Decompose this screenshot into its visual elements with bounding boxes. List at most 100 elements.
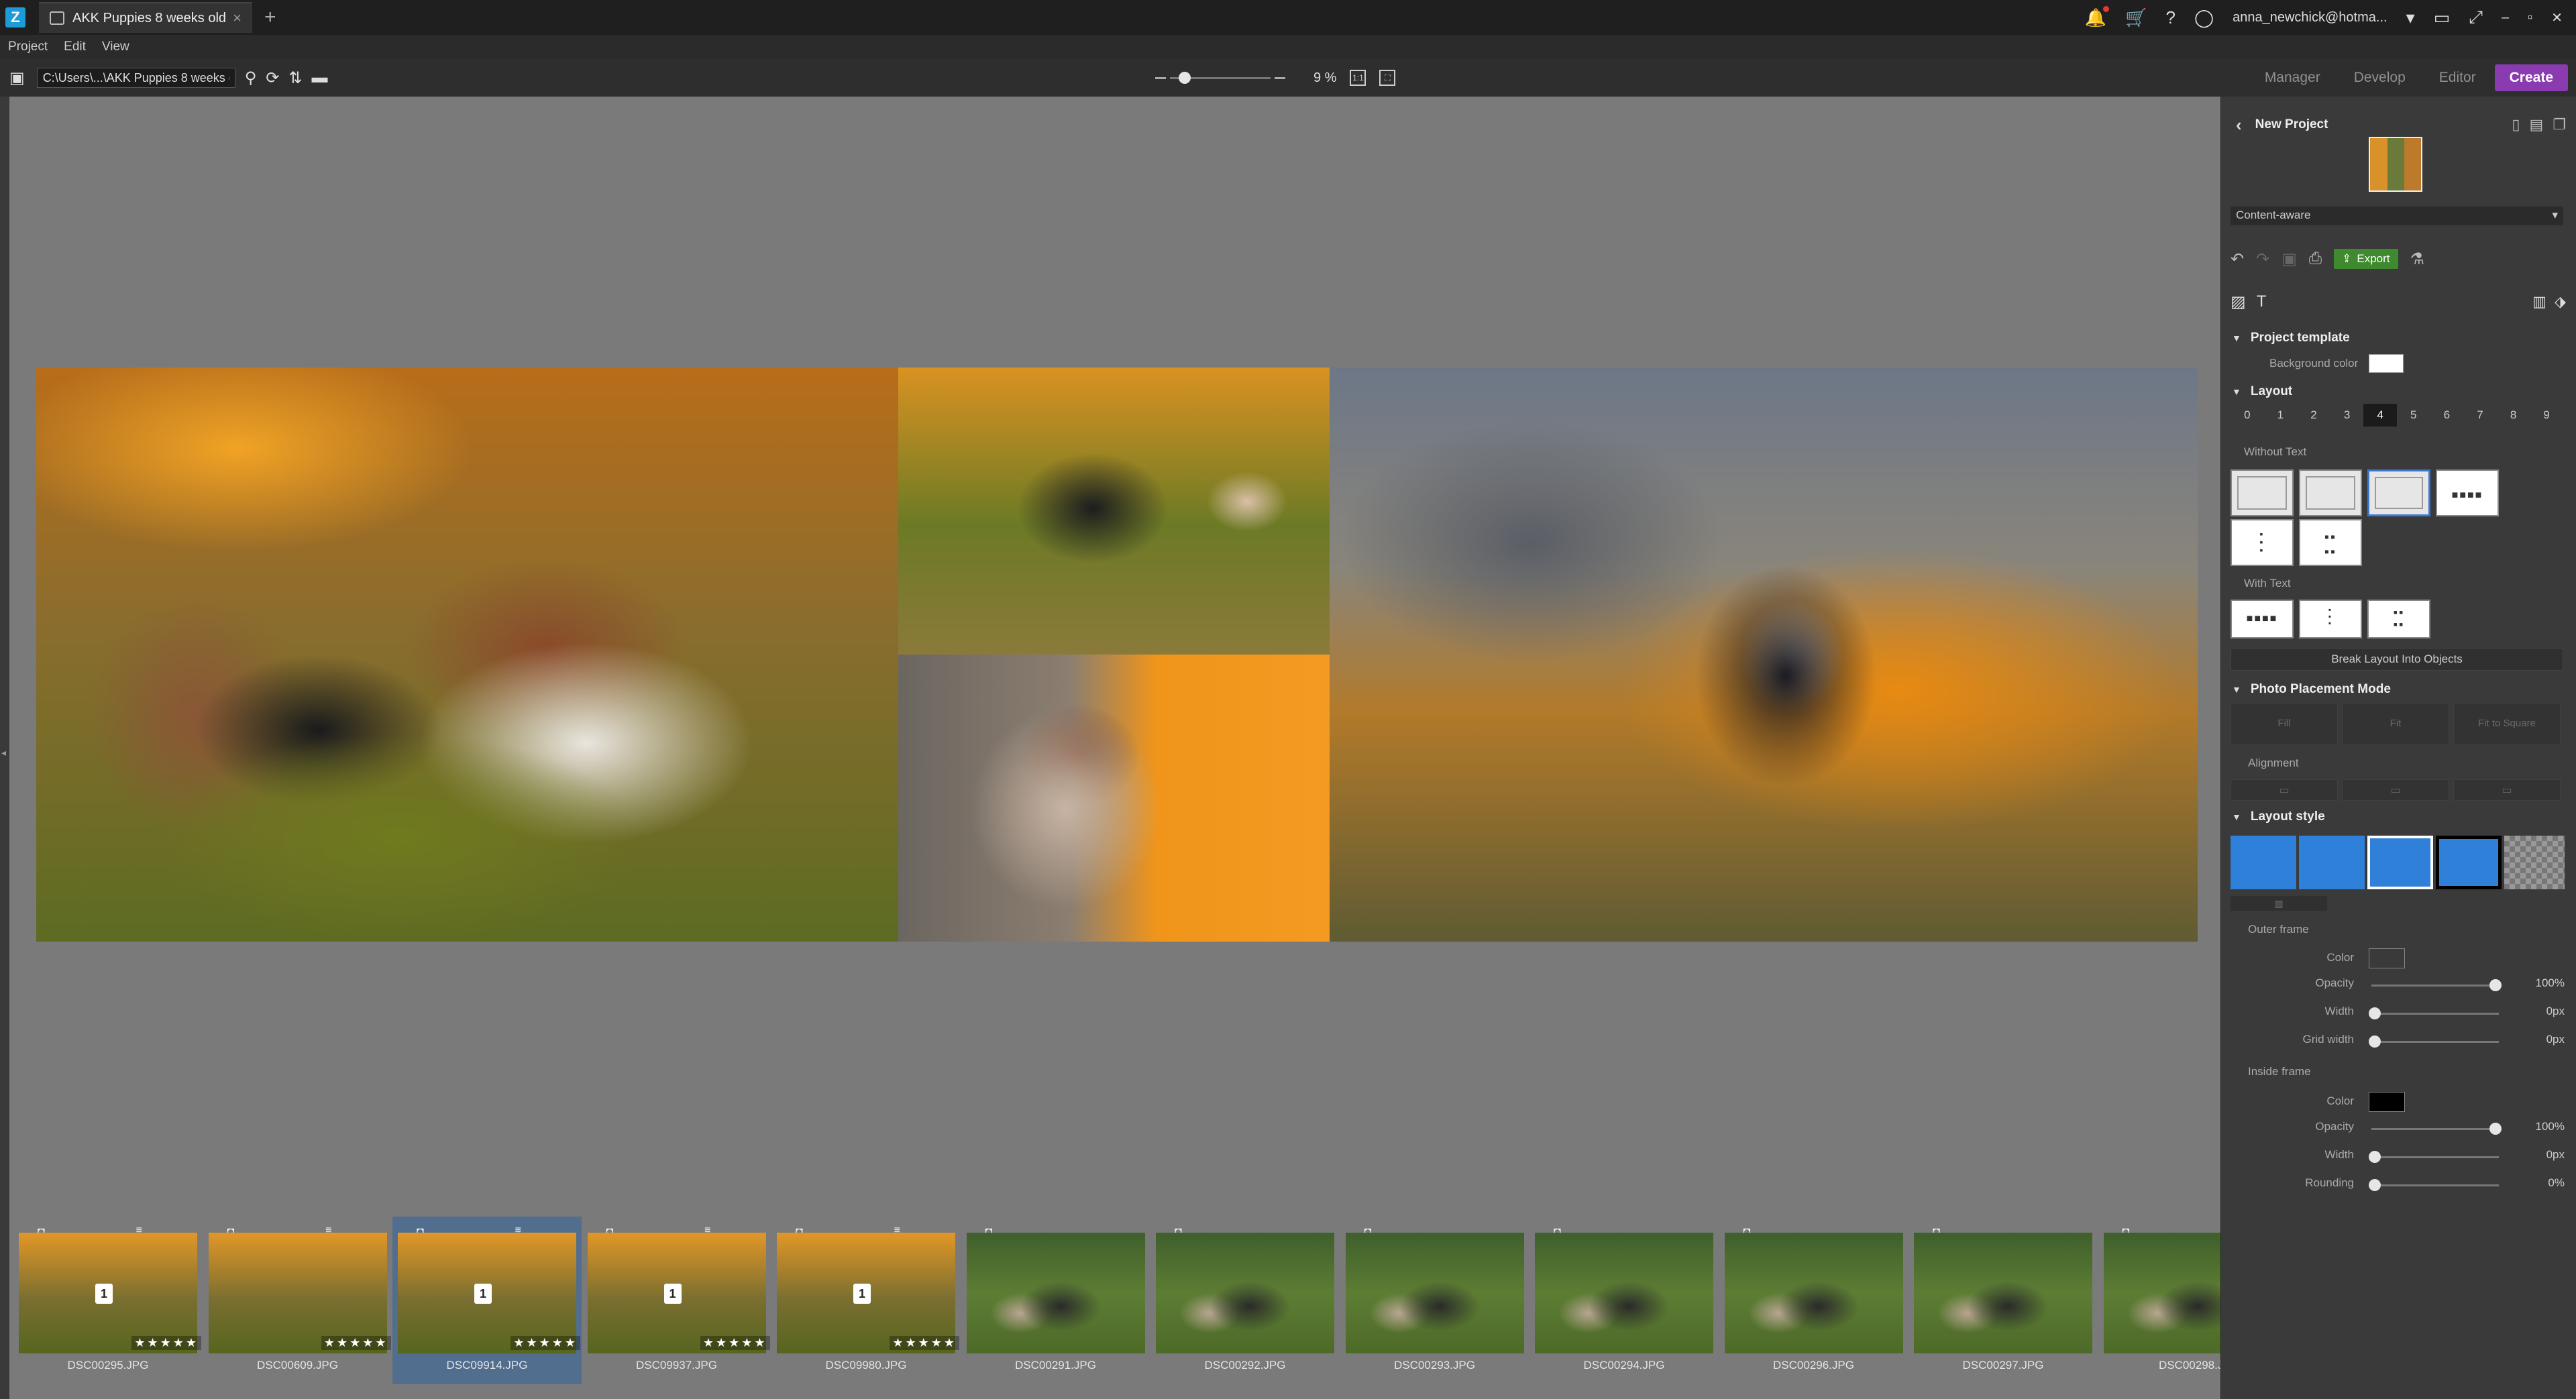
- layout-count-8[interactable]: 8: [2497, 404, 2530, 427]
- layout-count-7[interactable]: 7: [2463, 404, 2497, 427]
- section-photo-placement[interactable]: ▼ Photo Placement Mode: [2232, 679, 2391, 700]
- placement-fit-square-button[interactable]: Fit to Square: [2453, 703, 2561, 744]
- style-options-button[interactable]: ▥: [2231, 896, 2327, 911]
- filmstrip-item[interactable]: ◘ ≡ 1 ★★★★★ DSC09914.JPG: [392, 1217, 582, 1384]
- filmstrip-item[interactable]: ◘ ≡ 1 ★★★★★ DSC09937.JPG: [582, 1217, 771, 1384]
- sort-icon[interactable]: ⇅: [288, 68, 302, 88]
- align-right-button[interactable]: ▭: [2453, 779, 2561, 801]
- align-left-button[interactable]: ▭: [2231, 779, 2338, 801]
- chevron-down-icon[interactable]: ▾: [2406, 7, 2415, 28]
- insert-text-icon[interactable]: T: [2257, 292, 2267, 311]
- layout-style-tile-5[interactable]: [2504, 836, 2565, 889]
- rounding-knob[interactable]: [2369, 1179, 2381, 1191]
- redo-icon[interactable]: ↷: [2256, 249, 2269, 269]
- user-account[interactable]: anna_newchick@hotma...: [2233, 10, 2387, 25]
- thumbnail-image[interactable]: [1914, 1233, 2092, 1353]
- photo-puppy-lying[interactable]: [1330, 368, 2198, 942]
- project-canvas[interactable]: [9, 97, 2220, 1217]
- user-avatar-icon[interactable]: ◯: [2194, 7, 2214, 28]
- layout-count-5[interactable]: 5: [2397, 404, 2430, 427]
- cart-icon[interactable]: 🛒: [2125, 7, 2147, 28]
- text-layout-tile-1[interactable]: ■■■■: [2231, 600, 2294, 638]
- fit-to-screen-button[interactable]: ⛶: [1379, 70, 1396, 86]
- mode-create[interactable]: Create: [2494, 64, 2568, 91]
- mode-manager[interactable]: Manager: [2250, 64, 2335, 91]
- zoom-slider[interactable]: [1170, 71, 1271, 84]
- mode-develop[interactable]: Develop: [2339, 64, 2420, 91]
- close-tab-icon[interactable]: ×: [233, 9, 241, 27]
- notification-bell-icon[interactable]: 🔔: [2085, 5, 2110, 28]
- layout-spread[interactable]: [36, 368, 2198, 942]
- menu-view[interactable]: View: [102, 40, 129, 54]
- export-button[interactable]: ⇪ Export: [2334, 249, 2398, 269]
- thumbnail-image[interactable]: [1724, 1233, 1903, 1353]
- minimize-button[interactable]: –: [2502, 10, 2509, 25]
- mode-editor[interactable]: Editor: [2424, 64, 2491, 91]
- layout-style-tile-3[interactable]: [2367, 836, 2433, 889]
- photo-puppy-standing[interactable]: [898, 368, 1330, 655]
- inside-width-knob[interactable]: [2369, 1151, 2381, 1163]
- filmstrip[interactable]: ◘ ≡ 1 ★★★★★ DSC00295.JPG ◘ ≡ ★★★★★ DSC00609.JPG ◘…: [9, 1217, 2282, 1399]
- thumbnail-image[interactable]: [1535, 1233, 1713, 1353]
- layout-tile-1[interactable]: [2231, 469, 2294, 516]
- section-project-template[interactable]: ▼ Project template: [2232, 327, 2350, 349]
- layout-tile-4[interactable]: ■■■■: [2436, 469, 2499, 516]
- monitor-icon[interactable]: ▭: [2434, 7, 2451, 28]
- background-color-swatch[interactable]: [2369, 354, 2404, 373]
- section-layout-style[interactable]: ▼ Layout style: [2232, 806, 2325, 828]
- browse-folder-icon[interactable]: ▣: [9, 68, 25, 88]
- new-page-icon[interactable]: ▯: [2512, 116, 2520, 133]
- align-center-button[interactable]: ▭: [2342, 779, 2449, 801]
- tag-icon[interactable]: ⬗: [2555, 293, 2566, 311]
- refresh-icon[interactable]: ⟳: [266, 68, 279, 88]
- save-icon[interactable]: ▣: [2282, 249, 2297, 269]
- layout-tile-2[interactable]: [2299, 469, 2362, 516]
- insert-image-icon[interactable]: ▨: [2231, 292, 2246, 312]
- inside-opacity-knob[interactable]: [2489, 1123, 2502, 1135]
- text-layout-tile-3[interactable]: ▪▪ ▪▪: [2367, 600, 2430, 638]
- layout-count-1[interactable]: 1: [2264, 404, 2298, 427]
- layout-style-tile-2[interactable]: [2299, 836, 2365, 889]
- star-rating[interactable]: ★★★★★: [131, 1336, 201, 1350]
- layout-style-tile-4[interactable]: [2436, 836, 2502, 889]
- filmstrip-item[interactable]: ◘ ≡ ★★★★★ DSC00609.JPG: [203, 1217, 392, 1384]
- layout-count-3[interactable]: 3: [2330, 404, 2364, 427]
- zoom-slider-knob[interactable]: [1178, 71, 1191, 84]
- inside-color-swatch[interactable]: [2369, 1092, 2405, 1112]
- filmstrip-item[interactable]: ◘ DSC00291.JPG: [961, 1217, 1150, 1384]
- layout-count-6[interactable]: 6: [2430, 404, 2464, 427]
- zoom-in-icon[interactable]: [1275, 76, 1285, 79]
- filmstrip-item[interactable]: ◘ ≡ 1 ★★★★★ DSC09980.JPG: [771, 1217, 961, 1384]
- layout-style-tile-1[interactable]: [2231, 836, 2296, 889]
- filmstrip-item[interactable]: ◘ DSC00293.JPG: [1340, 1217, 1529, 1384]
- text-layout-tile-2[interactable]: ▪ ▪ ▪: [2299, 600, 2362, 638]
- star-rating[interactable]: ★★★★★: [890, 1336, 959, 1350]
- thumbnail-image[interactable]: [966, 1233, 1145, 1353]
- outer-color-swatch[interactable]: [2369, 948, 2405, 968]
- help-icon[interactable]: ?: [2166, 7, 2176, 28]
- search-icon[interactable]: ⚲: [245, 68, 257, 88]
- outer-opacity-slider[interactable]: [2371, 979, 2502, 991]
- filmstrip-item[interactable]: ◘ ≡ 1 ★★★★★ DSC00295.JPG: [13, 1217, 203, 1384]
- star-rating[interactable]: ★★★★★: [700, 1336, 770, 1350]
- thumbnail-image[interactable]: [1345, 1233, 1524, 1353]
- maximize-button[interactable]: ▫: [2528, 10, 2532, 25]
- template-icon[interactable]: ▥: [2532, 293, 2546, 311]
- filmstrip-item[interactable]: ◘ DSC00297.JPG: [1909, 1217, 2098, 1384]
- print-icon[interactable]: ⎙: [2309, 249, 2322, 268]
- menu-project[interactable]: Project: [8, 40, 48, 54]
- magic-icon[interactable]: ⚗: [2410, 249, 2425, 269]
- layout-tile-5[interactable]: ▪ ▪ ▪: [2231, 519, 2294, 566]
- layout-count-0[interactable]: 0: [2231, 404, 2264, 427]
- layout-tile-6[interactable]: ▪▪ ▪▪: [2299, 519, 2362, 566]
- layout-mode-select[interactable]: Content-aware ▾: [2231, 207, 2563, 225]
- photo-puppy-sitting[interactable]: [898, 655, 1330, 942]
- filmstrip-item[interactable]: ◘ DSC00296.JPG: [1719, 1217, 1909, 1384]
- actual-size-button[interactable]: 1:1: [1350, 70, 1366, 86]
- outer-opacity-knob[interactable]: [2489, 979, 2502, 991]
- back-arrow-icon[interactable]: ‹: [2236, 115, 2242, 135]
- new-tab-button[interactable]: +: [264, 6, 276, 29]
- section-layout[interactable]: ▼ Layout: [2232, 381, 2292, 402]
- expand-left-icon[interactable]: ◂: [1, 747, 6, 759]
- duplicate-icon[interactable]: ❐: [2553, 116, 2566, 133]
